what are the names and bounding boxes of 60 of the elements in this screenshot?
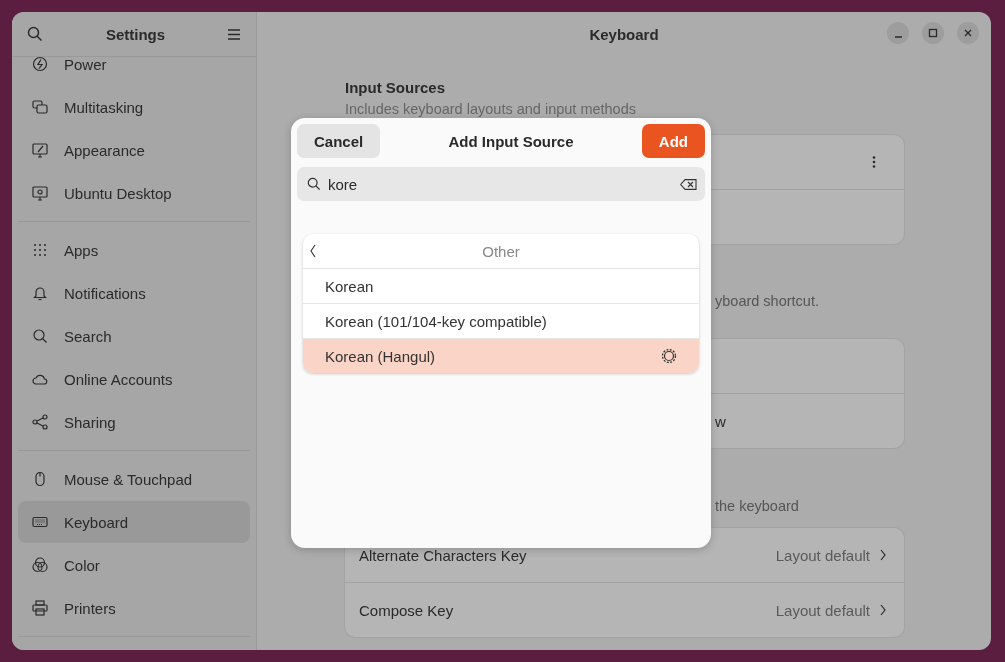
power-icon xyxy=(32,56,48,72)
sidebar-item[interactable]: Multitasking xyxy=(18,86,250,128)
maximize-button[interactable] xyxy=(922,22,944,44)
list-header: Other xyxy=(482,242,520,260)
row-label: w xyxy=(715,412,726,430)
sidebar-item[interactable]: Color xyxy=(18,544,250,586)
clear-text-icon[interactable] xyxy=(680,179,697,190)
search-icon xyxy=(32,328,48,344)
keyboard-icon xyxy=(32,514,48,530)
setting-row[interactable]: Compose Key Layout default xyxy=(345,582,904,637)
setting-row[interactable]: Alternate Characters Key Layout default xyxy=(345,528,904,582)
section-description: the keyboard xyxy=(714,498,800,514)
row-value: Layout default xyxy=(775,601,870,619)
maximize-icon xyxy=(928,28,938,38)
search-icon[interactable] xyxy=(27,26,43,42)
dialog-title: Add Input Source xyxy=(448,132,574,150)
mouse-icon xyxy=(32,471,48,487)
share-icon xyxy=(32,414,48,430)
gear-icon[interactable] xyxy=(661,348,677,364)
sidebar-item[interactable]: Online Accounts xyxy=(18,358,250,400)
minimize-icon xyxy=(894,35,902,38)
chevron-right-icon xyxy=(880,549,886,561)
sidebar-item[interactable]: Printers xyxy=(18,587,250,629)
sidebar-item[interactable]: Power xyxy=(18,43,250,85)
search-icon xyxy=(307,177,321,191)
bell-icon xyxy=(32,285,48,301)
menu-icon[interactable] xyxy=(228,28,240,40)
section-heading: Input Sources xyxy=(345,79,446,96)
row-label: Alternate Characters Key xyxy=(359,546,528,564)
back-icon[interactable] xyxy=(310,244,316,258)
windows-icon xyxy=(32,99,48,115)
section-description: yboard shortcut. xyxy=(714,293,820,309)
input-source-item[interactable]: Korean (Hangul) xyxy=(303,338,699,373)
close-icon xyxy=(963,28,973,38)
printer-icon xyxy=(32,600,48,616)
sidebar-item[interactable]: Apps xyxy=(18,229,250,271)
monitor-icon xyxy=(32,185,48,201)
row-value: Layout default xyxy=(775,546,870,564)
sidebar-item[interactable]: Appearance xyxy=(18,129,250,171)
sidebar-item[interactable]: Search xyxy=(18,315,250,357)
close-button[interactable] xyxy=(957,22,979,44)
input-source-item[interactable]: Korean xyxy=(303,268,699,303)
cancel-button[interactable]: Cancel xyxy=(297,124,381,158)
monitor-brush-icon xyxy=(32,142,48,158)
section-description: Includes keyboard layouts and input methods xyxy=(345,101,637,117)
window-title: Keyboard xyxy=(589,25,659,43)
search-field[interactable]: kore xyxy=(297,167,705,201)
chevron-right-icon xyxy=(880,604,886,616)
sidebar-item[interactable]: Sharing xyxy=(18,401,250,443)
row-label: Compose Key xyxy=(359,601,455,619)
more-options-icon[interactable] xyxy=(872,156,876,168)
minimize-button[interactable] xyxy=(887,22,909,44)
color-circles-icon xyxy=(32,557,48,573)
sidebar-title: Settings xyxy=(105,25,166,43)
sidebar-item[interactable]: Mouse & Touchpad xyxy=(18,458,250,500)
sidebar-item[interactable]: Notifications xyxy=(18,272,250,314)
sidebar-item[interactable]: Ubuntu Desktop xyxy=(18,172,250,214)
sidebar-item[interactable]: Keyboard xyxy=(18,501,250,543)
add-button[interactable]: Add xyxy=(641,124,705,158)
grid-icon xyxy=(32,242,48,258)
